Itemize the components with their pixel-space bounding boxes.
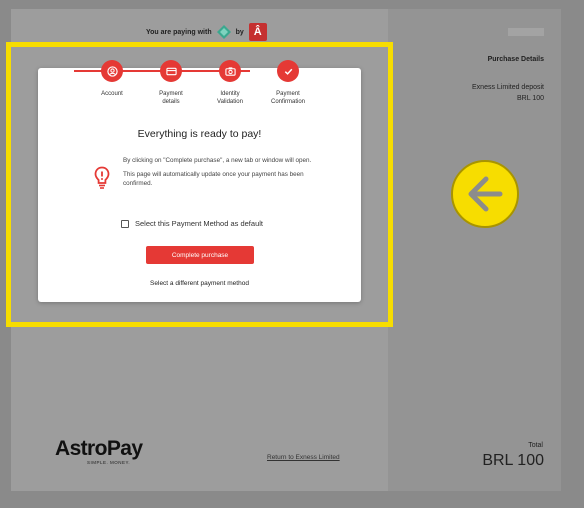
info-auto-update: This page will automatically update once…: [123, 171, 304, 187]
total-value: BRL 100: [482, 452, 544, 469]
deposit-amount: BRL 100: [517, 95, 544, 102]
default-method-row[interactable]: Select this Payment Method as default: [121, 219, 263, 228]
by-text: by: [235, 28, 244, 36]
deposit-info: Exness Limited deposit BRL 100: [424, 82, 544, 104]
return-link[interactable]: Return to Exness Limited: [267, 454, 340, 461]
info-text: By clicking on "Complete purchase", a ne…: [123, 156, 313, 193]
step-label-payment-confirmation: Payment Confirmation: [270, 91, 305, 105]
default-method-label: Select this Payment Method as default: [135, 219, 263, 228]
purchase-details-title: Purchase Details: [487, 56, 544, 63]
paying-with-header: You are paying with by Â: [146, 22, 267, 42]
brand-logo-icon: Â: [248, 23, 267, 41]
logo-text: AstroPay: [55, 437, 143, 460]
redacted-block: [508, 28, 544, 36]
total-label: Total: [528, 442, 543, 449]
complete-purchase-button[interactable]: Complete purchase: [146, 246, 254, 264]
astropay-logo: AstroPay SIMPLE. MONEY.: [55, 437, 145, 466]
ready-title: Everything is ready to pay!: [137, 128, 262, 140]
step-camera-icon: [219, 60, 241, 82]
step-label-identity-validation: Identity Validation: [217, 91, 243, 105]
logo-tagline: SIMPLE. MONEY.: [87, 460, 131, 465]
step-account-icon: [101, 60, 123, 82]
step-label-payment-details: Payment details: [159, 91, 183, 105]
lightbulb-icon: [94, 166, 110, 190]
info-new-tab: By clicking on "Complete purchase", a ne…: [123, 157, 312, 164]
different-payment-method-link[interactable]: Select a different payment method: [38, 280, 361, 287]
default-method-checkbox[interactable]: [121, 219, 129, 228]
step-check-icon: [277, 60, 299, 82]
paying-with-text: You are paying with: [146, 28, 212, 36]
step-label-account: Account: [101, 91, 123, 97]
back-arrow-icon: [451, 160, 519, 228]
deposit-name: Exness Limited deposit: [472, 84, 544, 91]
step-card-icon: [160, 60, 182, 82]
pix-diamond-icon: [216, 25, 231, 39]
